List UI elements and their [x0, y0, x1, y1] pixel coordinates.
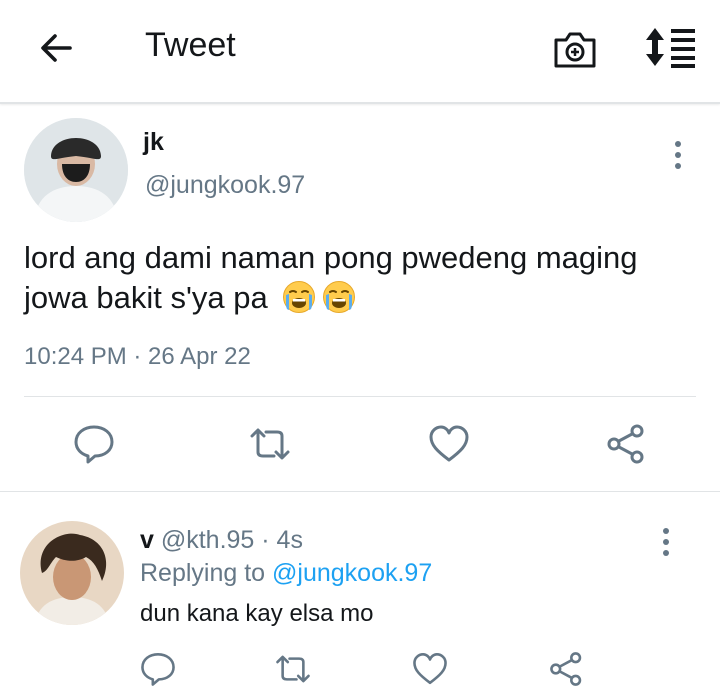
arrow-left-icon[interactable] — [36, 28, 76, 68]
avatar[interactable] — [20, 521, 124, 625]
reply-text: dun kana kay elsa mo — [140, 600, 374, 627]
loudly-crying-face-icon — [283, 281, 316, 313]
divider — [24, 396, 696, 397]
camera-plus-icon[interactable] — [552, 28, 598, 70]
tweet-timestamp[interactable]: 10:24 PM · 26 Apr 22 — [24, 343, 251, 371]
reply-time: · 4s — [254, 526, 303, 554]
tweet-author-handle[interactable]: @jungkook.97 — [145, 171, 305, 200]
retweet-icon[interactable] — [248, 422, 292, 466]
avatar[interactable] — [24, 118, 128, 222]
tweet-body: lord ang dami naman pong pwedeng maging … — [24, 238, 704, 318]
reply-icon[interactable] — [72, 422, 116, 466]
replying-to: Replying to @jungkook.97 — [140, 559, 432, 588]
share-icon[interactable] — [548, 650, 586, 688]
reply-icon[interactable] — [139, 650, 177, 688]
replying-prefix: Replying to — [140, 559, 273, 587]
reply-author-handle[interactable]: @kth.95 — [161, 526, 254, 554]
retweet-icon[interactable] — [274, 650, 312, 688]
share-icon[interactable] — [605, 422, 649, 466]
page-title: Tweet — [145, 26, 236, 64]
mention-link[interactable]: @jungkook.97 — [272, 559, 432, 587]
tweet-author-name[interactable]: jk — [143, 128, 164, 157]
like-icon[interactable] — [427, 422, 471, 466]
loudly-crying-face-icon — [323, 281, 356, 313]
more-options-icon[interactable] — [661, 528, 671, 558]
divider — [0, 491, 720, 492]
top-app-bar: Tweet — [0, 0, 720, 104]
more-options-icon[interactable] — [673, 141, 683, 171]
like-icon[interactable] — [411, 650, 449, 688]
sort-list-icon[interactable] — [645, 26, 697, 68]
reply-header: v @kth.95 · 4s — [140, 526, 303, 555]
reply-author-name[interactable]: v — [140, 526, 154, 554]
